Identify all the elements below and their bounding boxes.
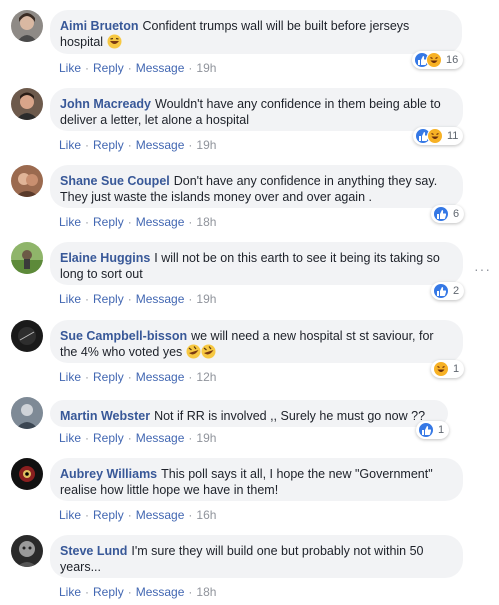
timestamp[interactable]: 18h xyxy=(196,585,216,599)
reply-link[interactable]: Reply xyxy=(93,292,124,306)
commenter-name[interactable]: Sue Campbell-bisson xyxy=(60,329,187,343)
haha-reaction-icon xyxy=(427,128,443,144)
reply-link[interactable]: Reply xyxy=(93,508,124,522)
message-link[interactable]: Message xyxy=(136,585,185,599)
commenter-name[interactable]: Aimi Brueton xyxy=(60,19,138,33)
commenter-name[interactable]: Elaine Huggins xyxy=(60,251,150,265)
like-link[interactable]: Like xyxy=(59,138,81,152)
reaction-summary[interactable]: 1 xyxy=(431,360,465,378)
avatar[interactable] xyxy=(11,242,43,274)
reaction-summary[interactable]: 1 xyxy=(416,421,450,439)
haha-reaction-icon xyxy=(433,361,449,377)
rofl-face-icon xyxy=(201,344,216,363)
like-link[interactable]: Like xyxy=(59,370,81,384)
reply-link[interactable]: Reply xyxy=(93,431,124,445)
message-link[interactable]: Message xyxy=(136,61,185,75)
comment-actions: Like · Reply · Message · 19h xyxy=(59,61,217,75)
avatar[interactable] xyxy=(11,165,43,197)
like-link[interactable]: Like xyxy=(59,292,81,306)
message-link[interactable]: Message xyxy=(136,370,185,384)
reaction-count: 2 xyxy=(453,285,460,297)
avatar[interactable] xyxy=(11,88,43,120)
comment-bubble: Aimi Brueton Confident trumps wall will b… xyxy=(50,10,462,54)
commenter-name[interactable]: Steve Lund xyxy=(60,544,127,558)
reply-link[interactable]: Reply xyxy=(93,585,124,599)
avatar[interactable] xyxy=(11,10,43,42)
timestamp[interactable]: 19h xyxy=(196,431,216,445)
comment-text: Not if RR is involved ,, Surely he must … xyxy=(154,409,426,423)
comment-bubble: Steve Lund I'm sure they will build one b… xyxy=(50,535,463,578)
reaction-summary[interactable]: 16 xyxy=(412,51,464,69)
like-link[interactable]: Like xyxy=(59,585,81,599)
rofl-face-icon xyxy=(186,344,201,363)
like-link[interactable]: Like xyxy=(59,215,81,229)
commenter-name[interactable]: Shane Sue Coupel xyxy=(60,174,170,188)
like-reaction-icon xyxy=(418,422,434,438)
reply-link[interactable]: Reply xyxy=(93,138,124,152)
commenter-name[interactable]: Aubrey Williams xyxy=(60,467,157,481)
comment-bubble: John Macready Wouldn't have any confidenc… xyxy=(50,88,463,131)
comment-actions: Like · Reply · Message · 19h xyxy=(59,431,217,445)
comment-actions: Like · Reply · Message · 12h xyxy=(59,370,217,384)
comment-bubble: Martin Webster Not if RR is involved ,, S… xyxy=(50,400,448,427)
comment-actions: Like · Reply · Message · 18h xyxy=(59,585,217,599)
commenter-name[interactable]: John Macready xyxy=(60,97,151,111)
reply-link[interactable]: Reply xyxy=(93,370,124,384)
message-link[interactable]: Message xyxy=(136,215,185,229)
message-link[interactable]: Message xyxy=(136,292,185,306)
avatar[interactable] xyxy=(11,458,43,490)
reaction-count: 16 xyxy=(446,54,459,66)
timestamp[interactable]: 19h xyxy=(196,292,216,306)
like-reaction-icon xyxy=(433,283,449,299)
timestamp[interactable]: 18h xyxy=(196,215,216,229)
comment-actions: Like · Reply · Message · 19h xyxy=(59,292,217,306)
comment-actions: Like · Reply · Message · 16h xyxy=(59,508,217,522)
timestamp[interactable]: 19h xyxy=(196,61,216,75)
comment-actions: Like · Reply · Message · 18h xyxy=(59,215,217,229)
more-options-icon[interactable]: ··· xyxy=(474,262,491,276)
like-link[interactable]: Like xyxy=(59,61,81,75)
reply-link[interactable]: Reply xyxy=(93,215,124,229)
message-link[interactable]: Message xyxy=(136,431,185,445)
timestamp[interactable]: 12h xyxy=(196,370,216,384)
reaction-summary[interactable]: 11 xyxy=(413,127,464,145)
reaction-summary[interactable]: 6 xyxy=(431,205,465,223)
reaction-summary[interactable]: 2 xyxy=(431,282,465,300)
like-link[interactable]: Like xyxy=(59,431,81,445)
reply-link[interactable]: Reply xyxy=(93,61,124,75)
like-link[interactable]: Like xyxy=(59,508,81,522)
commenter-name[interactable]: Martin Webster xyxy=(60,409,150,423)
reaction-count: 1 xyxy=(438,424,445,436)
laughing-face-icon xyxy=(107,34,122,53)
message-link[interactable]: Message xyxy=(136,508,185,522)
reaction-count: 11 xyxy=(447,130,459,142)
comment-bubble: Shane Sue Coupel Don't have any confidenc… xyxy=(50,165,463,208)
haha-reaction-icon xyxy=(426,52,442,68)
comment-actions: Like · Reply · Message · 19h xyxy=(59,138,217,152)
reaction-count: 6 xyxy=(453,208,460,220)
avatar[interactable] xyxy=(11,320,43,352)
avatar[interactable] xyxy=(11,397,43,429)
comment-bubble: Aubrey Williams This poll says it all, I … xyxy=(50,458,463,501)
comment-bubble: Sue Campbell-bisson we will need a new ho… xyxy=(50,320,463,363)
avatar[interactable] xyxy=(11,535,43,567)
timestamp[interactable]: 19h xyxy=(196,138,216,152)
like-reaction-icon xyxy=(433,206,449,222)
comment-bubble: Elaine Huggins I will not be on this eart… xyxy=(50,242,463,285)
timestamp[interactable]: 16h xyxy=(196,508,216,522)
reaction-count: 1 xyxy=(453,363,460,375)
message-link[interactable]: Message xyxy=(136,138,185,152)
